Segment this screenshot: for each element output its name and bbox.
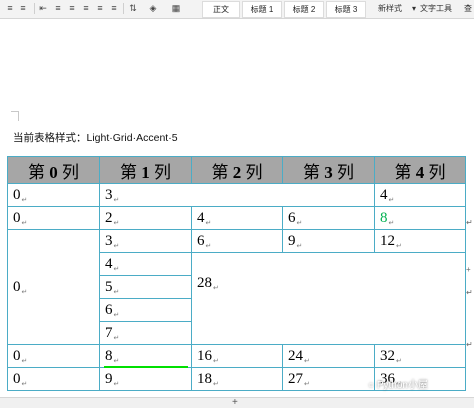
table-cell[interactable]: 0↵ — [7, 344, 100, 368]
ribbon-toolbar: ≡ ≡ ⇤ ≡ ≡ ≡ ≡ ≡ ⇅ ◈ ▦ 正文 标题 1 标题 2 标题 3 … — [0, 0, 474, 19]
chat-bubble-icon: ○ — [368, 380, 375, 391]
row-end-mark: ↵ — [466, 340, 473, 349]
table-cell[interactable]: 9↵ — [282, 229, 375, 253]
table-cell[interactable]: 12↵ — [374, 229, 466, 253]
toolbar-separator — [123, 3, 124, 14]
table-cell[interactable]: 8↵ — [374, 206, 466, 230]
table-cell[interactable]: 7↵ — [99, 321, 192, 345]
margin-corner-mark — [11, 111, 19, 112]
table-style-caption: 当前表格样式：Light·Grid·Accent·5 — [13, 132, 178, 144]
table-cell[interactable]: 2↵ — [99, 206, 192, 230]
add-column-icon[interactable]: + — [232, 397, 238, 408]
line-spacing-icon[interactable]: ⇅ — [127, 2, 139, 15]
header-cell-0[interactable]: 第 0 列 — [7, 156, 100, 184]
header-cell-1[interactable]: 第 1 列 — [99, 156, 192, 184]
highlighted-value: 8 — [380, 209, 388, 226]
selection-underline — [104, 366, 188, 368]
margin-corner-mark — [18, 111, 19, 121]
table-cell[interactable]: 32↵ — [374, 344, 466, 368]
table-cell[interactable]: 4↵ — [191, 206, 283, 230]
watermark-label: ○ Python小屋 — [368, 380, 428, 391]
style-heading1-tile[interactable]: 标题 1 — [242, 1, 282, 18]
table-cell[interactable]: 6↵ — [191, 229, 283, 253]
align-right-icon[interactable]: ≡ — [80, 2, 92, 15]
data-table[interactable]: 第 0 列 第 1 列 第 2 列 第 3 列 第 4 列 0↵ 3↵ 4↵ 0… — [7, 156, 466, 391]
distribute-icon[interactable]: ≡ — [108, 2, 120, 15]
table-cell[interactable]: 0↵ — [7, 206, 100, 230]
header-cell-2[interactable]: 第 2 列 — [191, 156, 283, 184]
find-menu[interactable]: 查 — [464, 2, 472, 15]
table-cell[interactable]: 0↵ — [7, 183, 100, 207]
chevron-down-icon[interactable]: ▾ — [412, 2, 416, 15]
toolbar-separator — [34, 3, 35, 14]
table-cell[interactable]: 5↵ — [99, 275, 192, 299]
list-icon[interactable]: ≡ — [4, 2, 16, 15]
decrease-indent-icon[interactable]: ⇤ — [37, 2, 49, 15]
align-left-icon[interactable]: ≡ — [52, 2, 64, 15]
table-row: 0↵ 8↵ 16↵ 24↵ 32↵ — [7, 344, 466, 368]
table-cell[interactable]: 24↵ — [282, 344, 375, 368]
table-cell[interactable]: 27↵ — [282, 367, 375, 391]
style-normal-tile[interactable]: 正文 — [202, 1, 240, 18]
row-end-mark: ↵ — [466, 218, 473, 227]
merged-table-cell[interactable]: 28↵ — [191, 252, 466, 345]
header-cell-4[interactable]: 第 4 列 — [374, 156, 466, 184]
justify-icon[interactable]: ≡ — [94, 2, 106, 15]
style-heading2-tile[interactable]: 标题 2 — [284, 1, 324, 18]
align-center-icon[interactable]: ≡ — [66, 2, 78, 15]
table-cell[interactable]: 16↵ — [191, 344, 283, 368]
table-row: 0↵ 3↵ 6↵ 9↵ 12↵ — [7, 229, 466, 345]
table-cell[interactable]: 18↵ — [191, 367, 283, 391]
table-cell[interactable]: 0↵ — [7, 367, 100, 391]
borders-icon[interactable]: ▦ — [170, 2, 182, 15]
table-cell[interactable]: 6↵ — [282, 206, 375, 230]
new-style-dropdown[interactable]: 新样式 — [378, 2, 402, 15]
table-cell[interactable]: 0↵ — [7, 229, 100, 345]
numbered-list-icon[interactable]: ≡ — [17, 2, 29, 15]
table-row: 0↵ 3↵ 4↵ — [7, 183, 466, 207]
shading-icon[interactable]: ◈ — [147, 2, 159, 15]
text-tools-menu[interactable]: 文字工具 — [420, 2, 452, 15]
table-cell[interactable]: 3↵ — [99, 183, 375, 207]
style-heading3-tile[interactable]: 标题 3 — [326, 1, 366, 18]
header-cell-3[interactable]: 第 3 列 — [282, 156, 375, 184]
table-cell[interactable]: 6↵ — [99, 298, 192, 322]
table-cell[interactable]: 4↵ — [99, 252, 192, 276]
add-row-icon[interactable]: + — [466, 265, 471, 274]
table-cell[interactable]: 3↵ — [99, 229, 192, 253]
table-cell[interactable]: 8↵ — [99, 344, 192, 368]
table-row: 0↵ 2↵ 4↵ 6↵ 8↵ — [7, 206, 466, 230]
table-cell[interactable]: 9↵ — [99, 367, 192, 391]
table-header-row: 第 0 列 第 1 列 第 2 列 第 3 列 第 4 列 — [7, 156, 466, 184]
bottom-bar: + — [0, 397, 474, 408]
table-cell[interactable]: 4↵ — [374, 183, 466, 207]
row-end-mark: ↵ — [466, 288, 473, 297]
